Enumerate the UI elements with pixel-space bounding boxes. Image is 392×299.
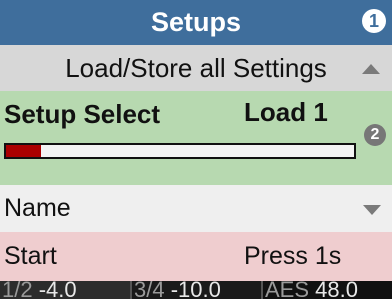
page-title: Setups [150, 7, 242, 37]
meter-value: -10.0 [170, 281, 221, 299]
meter-segment-3-4: 3/4 -10.0 [130, 281, 261, 299]
meter-channel-label: AES [265, 281, 316, 299]
header-bar: Setups 1 [0, 0, 392, 45]
name-field[interactable]: Name [0, 185, 392, 232]
meter-value: 48.0 [315, 281, 358, 299]
meter-segment-aes: AES 48.0 [261, 281, 392, 299]
level-meter-bar: 1/2 -4.0 3/4 -10.0 AES 48.0 [0, 281, 392, 299]
start-value[interactable]: Press 1s [244, 242, 341, 271]
meter-segment-1-2: 1/2 -4.0 [0, 281, 130, 299]
meter-channel-label: 3/4 [134, 281, 171, 299]
start-row[interactable]: Start Press 1s [0, 232, 392, 281]
setup-progress-fill [6, 145, 41, 157]
load-store-menu-item[interactable]: Load/Store all Settings [0, 45, 392, 91]
meter-channel-label: 1/2 [2, 281, 39, 299]
setup-progress-bar [4, 143, 356, 159]
setup-select-row[interactable]: Setup Select Load 1 2 [0, 91, 392, 185]
setup-select-value[interactable]: Load 1 [244, 97, 328, 128]
dropdown-triangle-icon[interactable] [363, 205, 381, 215]
callout-badge-2: 2 [364, 124, 386, 146]
setups-screen: Setups 1 Load/Store all Settings Setup S… [0, 0, 392, 299]
start-label: Start [4, 242, 57, 270]
up-triangle-icon[interactable] [362, 64, 380, 74]
name-label: Name [4, 194, 71, 222]
callout-badge-1: 1 [362, 9, 386, 33]
meter-value: -4.0 [38, 281, 77, 299]
subheader-label: Load/Store all Settings [65, 52, 327, 83]
setup-select-label: Setup Select [4, 99, 161, 129]
